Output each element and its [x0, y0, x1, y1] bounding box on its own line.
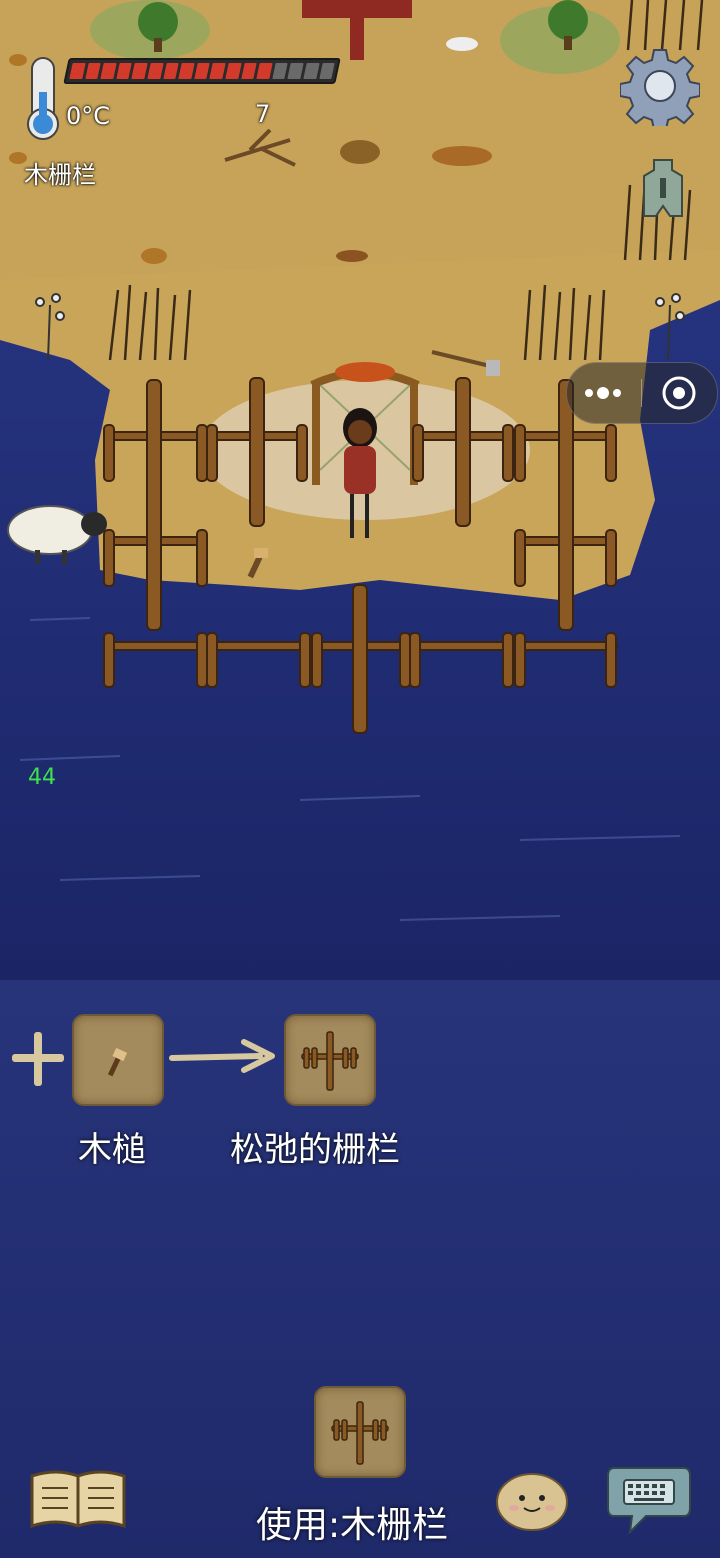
game-world[interactable] — [0, 0, 720, 980]
spade-coin-icon[interactable] — [640, 158, 686, 222]
emote-button[interactable] — [494, 1470, 570, 1532]
food-pip — [209, 63, 226, 79]
fps-counter: 44 — [28, 765, 56, 790]
mini-program-capsule — [566, 362, 718, 424]
food-pip — [147, 63, 164, 79]
food-pip — [303, 63, 320, 79]
more-button[interactable] — [567, 363, 641, 423]
food-pip — [318, 63, 335, 79]
face-emote-icon — [496, 1473, 568, 1531]
food-pip — [272, 63, 289, 79]
hovered-item-name: 木栅栏 — [24, 161, 96, 189]
book-icon — [30, 1470, 126, 1529]
food-pip — [116, 63, 133, 79]
food-pip — [194, 63, 211, 79]
food-pip — [178, 63, 195, 79]
use-item-label: 使用:木栅栏 — [256, 1505, 449, 1546]
arrow-right-icon — [168, 1036, 276, 1076]
temperature-readout: 0°C — [66, 102, 111, 130]
food-pip — [225, 63, 242, 79]
keyboard-chat-icon — [607, 1467, 691, 1535]
recipe-book-button[interactable] — [28, 1466, 128, 1532]
food-pip — [240, 63, 257, 79]
world-scene — [0, 0, 720, 980]
ingredient-slot[interactable] — [72, 1014, 164, 1106]
more-dots-icon — [585, 387, 621, 399]
gear-icon — [619, 49, 701, 131]
ingredient-label: 木槌 — [78, 1130, 146, 1170]
food-bar — [63, 58, 341, 84]
food-pip — [100, 63, 117, 79]
thermometer-icon — [26, 56, 60, 142]
food-pip — [84, 63, 101, 79]
food-pip — [131, 63, 148, 79]
food-pip — [256, 63, 273, 79]
plus-icon — [10, 1028, 66, 1090]
close-button[interactable] — [642, 363, 716, 423]
target-close-icon — [662, 376, 696, 410]
result-label: 松弛的栅栏 — [230, 1130, 400, 1170]
mallet-icon — [107, 1047, 128, 1077]
loose-fence-icon — [301, 1031, 359, 1091]
item-count: 7 — [255, 100, 271, 128]
held-item-slot[interactable] — [314, 1386, 406, 1478]
result-slot[interactable] — [284, 1014, 376, 1106]
food-pip — [162, 63, 179, 79]
food-pip — [69, 63, 86, 79]
settings-button[interactable] — [619, 46, 701, 131]
chat-button[interactable] — [606, 1464, 692, 1536]
food-pip — [287, 63, 304, 79]
wooden-fence-icon — [331, 1401, 389, 1465]
